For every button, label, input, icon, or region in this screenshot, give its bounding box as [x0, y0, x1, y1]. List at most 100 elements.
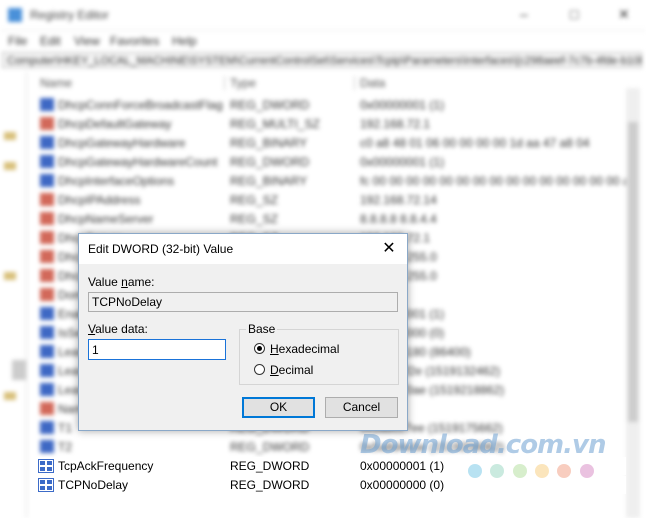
value-name: T2 [58, 440, 73, 454]
binary-value-icon [40, 364, 54, 377]
value-data: 0x5a8d4a5e (1519208062) [360, 440, 505, 454]
value-data: 8.8.8.8 8.8.4.4 [360, 212, 437, 226]
base-label: Base [246, 322, 278, 336]
hexadecimal-label[interactable]: Hexadecimal [270, 342, 339, 356]
column-header-type[interactable]: Type [230, 76, 256, 90]
value-name-label-text: Value [88, 275, 122, 289]
value-name: DhcpGatewayHardware [58, 136, 186, 150]
binary-value-icon [40, 136, 54, 149]
value-name-field[interactable]: TCPNoDelay [88, 292, 398, 312]
value-name: T1 [58, 421, 73, 435]
value-type: REG_DWORD [230, 155, 310, 169]
radio-selected-icon[interactable] [254, 343, 265, 354]
menu-edit[interactable]: Edit [40, 34, 61, 48]
binary-value-icon [40, 383, 54, 396]
value-type: REG_DWORD [230, 98, 310, 112]
value-data: 192.168.72.14 [360, 193, 437, 207]
value-data: 0x00000001 (1) [360, 98, 445, 112]
dec-accesskey: D [270, 363, 279, 377]
close-window-icon[interactable]: ✕ [618, 6, 630, 23]
value-name: DhcpConnForceBroadcastFlag [58, 98, 223, 112]
table-row[interactable]: DhcpConnForceBroadcastFlag REG_DWORD 0x000… [38, 96, 626, 114]
table-row[interactable]: DhcpDefaultGateway REG_MULTI_SZ 192.168.72… [38, 115, 626, 133]
close-icon[interactable]: ✕ [379, 239, 399, 259]
radio-unselected-icon[interactable] [254, 364, 265, 375]
table-row[interactable]: DhcpGatewayHardwareCount REG_DWORD 0x00000… [38, 153, 626, 171]
value-type: REG_SZ [230, 212, 279, 226]
cancel-button[interactable]: Cancel [325, 397, 398, 418]
dword-value-icon [38, 459, 54, 473]
table-row[interactable]: TCPNoDelay REG_DWORD 0x00000000 (0) [38, 476, 626, 494]
value-type: REG_BINARY [230, 136, 308, 150]
registry-app-icon [8, 8, 22, 22]
value-name: DhcpGatewayHardwareCount [58, 155, 218, 169]
value-data: 0x00000001 (1) [360, 459, 445, 473]
string-value-icon [40, 117, 54, 130]
menu-favorites[interactable]: Favorites [110, 34, 159, 48]
table-row[interactable]: DhcpGatewayHardware REG_BINARY c0 a8 48 01… [38, 134, 626, 152]
value-type: REG_SZ [230, 193, 279, 207]
menu-bar: File Edit View Favorites Help [0, 32, 646, 50]
string-value-icon [40, 269, 54, 282]
dec-label-text: ecimal [278, 363, 314, 377]
tree-scrollbar-thumb[interactable] [12, 360, 26, 380]
string-value-icon [40, 250, 54, 263]
tree-folder-icon [4, 392, 16, 400]
column-header-data[interactable]: Data [360, 76, 385, 90]
decimal-radio[interactable]: Decimal [254, 363, 404, 379]
value-data: fc 00 00 00 00 00 00 00 00 00 00 00 00 0… [360, 174, 636, 188]
table-row[interactable]: TcpAckFrequency REG_DWORD 0x00000001 (1) [38, 457, 626, 475]
value-name: TCPNoDelay [58, 478, 129, 492]
tree-folder-icon [4, 162, 16, 170]
value-data-input[interactable] [88, 339, 226, 360]
dword-value-icon [38, 478, 54, 492]
table-row[interactable]: DhcpInterfaceOptions REG_BINARY fc 00 00 0… [38, 172, 636, 190]
binary-value-icon [40, 326, 54, 339]
value-name: DhcpDefaultGateway [58, 117, 172, 131]
value-name-label-text: ame: [127, 275, 155, 289]
value-type: REG_BINARY [230, 174, 308, 188]
value-data-label-text: alue data: [95, 322, 148, 336]
string-value-icon [40, 212, 54, 225]
list-scrollbar[interactable] [626, 88, 640, 518]
table-row[interactable]: T2 REG_DWORD 0x5a8d4a5e (1519208062) [38, 438, 626, 456]
value-data: 192.168.72.1 [360, 117, 431, 131]
ok-button[interactable]: OK [242, 397, 315, 418]
dialog-title: Edit DWORD (32-bit) Value [88, 242, 234, 256]
value-type: REG_MULTI_SZ [230, 117, 320, 131]
minimize-icon[interactable]: – [520, 6, 528, 22]
binary-value-icon [40, 421, 54, 434]
address-bar[interactable]: Computer\HKEY_LOCAL_MACHINE\SYSTEM\Curre… [2, 52, 642, 68]
list-scrollbar-thumb[interactable] [628, 122, 638, 422]
string-value-icon [40, 288, 54, 301]
base-groupbox: Base Hexadecimal Decimal [239, 322, 399, 385]
value-name: TcpAckFrequency [58, 459, 154, 473]
binary-value-icon [40, 307, 54, 320]
maximize-icon[interactable]: □ [570, 6, 578, 22]
string-value-icon [40, 193, 54, 206]
menu-help[interactable]: Help [172, 34, 197, 48]
table-row[interactable]: DhcpIPAddress REG_SZ 192.168.72.14 [38, 191, 626, 209]
decimal-label[interactable]: Decimal [270, 363, 313, 377]
value-name: DhcpInterfaceOptions [58, 174, 175, 188]
value-type: REG_DWORD [230, 478, 310, 492]
hexadecimal-radio[interactable]: Hexadecimal [254, 342, 404, 358]
value-data-label: Value data: [88, 322, 148, 336]
menu-file[interactable]: File [8, 34, 27, 48]
column-header-name[interactable]: Name [40, 76, 72, 90]
window-titlebar: Registry Editor – □ ✕ [0, 0, 646, 31]
string-value-icon [40, 231, 54, 244]
tree-pane[interactable] [0, 72, 27, 518]
table-row[interactable]: DhcpNameServer REG_SZ 8.8.8.8 8.8.4.4 [38, 210, 626, 228]
value-data: c0 a8 48 01 06 00 00 00 00 1d aa 47 a8 0… [360, 136, 590, 150]
tree-folder-icon [4, 272, 16, 280]
value-name-label-accesskey: n [121, 275, 128, 289]
column-separator[interactable] [354, 76, 355, 90]
value-type: REG_DWORD [230, 459, 310, 473]
dialog-titlebar[interactable]: Edit DWORD (32-bit) Value ✕ [79, 234, 407, 264]
value-type: REG_DWORD [230, 440, 310, 454]
column-separator[interactable] [224, 76, 225, 90]
menu-view[interactable]: View [74, 34, 100, 48]
hex-label-text: exadecimal [278, 342, 340, 356]
binary-value-icon [40, 174, 54, 187]
